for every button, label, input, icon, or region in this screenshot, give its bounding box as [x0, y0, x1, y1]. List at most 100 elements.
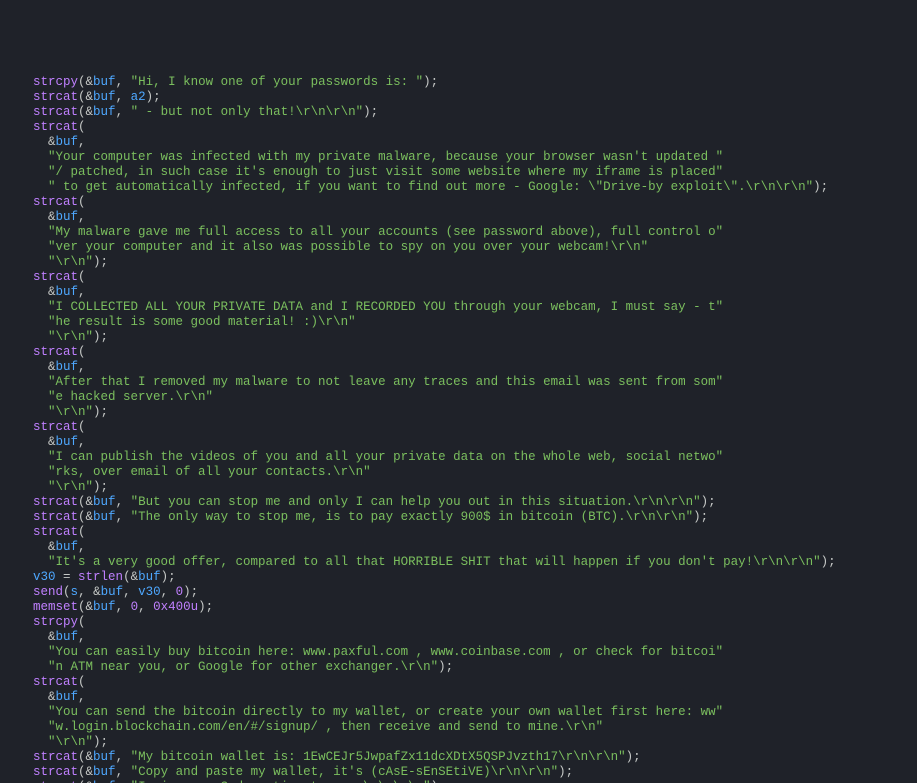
- code-token: buf: [93, 495, 116, 509]
- code-line: strcat(&buf, "My bitcoin wallet is: 1EwC…: [18, 750, 899, 765]
- code-line: &buf,: [18, 135, 899, 150]
- code-token: buf: [93, 105, 116, 119]
- code-token: strcat: [33, 495, 78, 509]
- code-token: ,: [116, 600, 131, 614]
- code-token: (: [78, 675, 86, 689]
- code-token: 0: [131, 600, 139, 614]
- code-token: ,: [116, 510, 131, 524]
- code-line: strcat(: [18, 420, 899, 435]
- code-token: &: [48, 630, 56, 644]
- code-token: );: [93, 330, 108, 344]
- code-token: buf: [93, 510, 116, 524]
- code-token: (: [78, 420, 86, 434]
- code-token: ,: [116, 765, 131, 779]
- code-token: (: [78, 120, 86, 134]
- code-line: "\r\n");: [18, 735, 899, 750]
- code-line: "You can easily buy bitcoin here: www.pa…: [18, 645, 899, 660]
- code-token: strcpy: [33, 75, 78, 89]
- code-token: );: [93, 735, 108, 749]
- code-token: &: [48, 210, 56, 224]
- code-token: &: [48, 285, 56, 299]
- code-token: ,: [116, 90, 131, 104]
- code-token: "e hacked server.\r\n": [48, 390, 213, 404]
- code-token: "w.login.blockchain.com/en/#/signup/ , t…: [48, 720, 603, 734]
- code-line: "n ATM near you, or Google for other exc…: [18, 660, 899, 675]
- code-line: "/ patched, in such case it's enough to …: [18, 165, 899, 180]
- code-line: strcat(: [18, 120, 899, 135]
- code-line: strcat(: [18, 195, 899, 210]
- code-line: strcat(&buf, " - but not only that!\r\n\…: [18, 105, 899, 120]
- code-token: "But you can stop me and only I can help…: [131, 495, 701, 509]
- code-token: send: [33, 585, 63, 599]
- code-token: "\r\n": [48, 255, 93, 269]
- code-token: strlen: [78, 570, 123, 584]
- code-token: a2: [131, 90, 146, 104]
- code-token: (&: [78, 765, 93, 779]
- code-token: strcat: [33, 765, 78, 779]
- code-token: ,: [78, 540, 86, 554]
- code-token: ,: [78, 690, 86, 704]
- code-line: "\r\n");: [18, 255, 899, 270]
- code-line: "Your computer was infected with my priv…: [18, 150, 899, 165]
- code-line: "After that I removed my malware to not …: [18, 375, 899, 390]
- code-token: ,: [123, 585, 138, 599]
- code-token: &: [48, 360, 56, 374]
- code-token: );: [626, 750, 641, 764]
- code-token: );: [93, 255, 108, 269]
- code-token: ,: [116, 75, 131, 89]
- code-token: buf: [93, 600, 116, 614]
- code-token: );: [93, 480, 108, 494]
- code-line: strcat(&buf, "Copy and paste my wallet, …: [18, 765, 899, 780]
- code-line: strcpy(&buf, "Hi, I know one of your pas…: [18, 75, 899, 90]
- code-token: v30: [33, 570, 56, 584]
- code-token: strcpy: [33, 615, 78, 629]
- code-token: (: [78, 195, 86, 209]
- code-line: &buf,: [18, 285, 899, 300]
- code-line: &buf,: [18, 540, 899, 555]
- code-line: "\r\n");: [18, 480, 899, 495]
- code-token: "ver your computer and it also was possi…: [48, 240, 648, 254]
- code-token: strcat: [33, 105, 78, 119]
- code-line: "he result is some good material! :)\r\n…: [18, 315, 899, 330]
- code-token: );: [813, 180, 828, 194]
- code-token: ,: [116, 495, 131, 509]
- code-token: );: [363, 105, 378, 119]
- code-token: (&: [78, 495, 93, 509]
- code-token: ,: [116, 750, 131, 764]
- code-token: "\r\n": [48, 480, 93, 494]
- code-token: ,: [161, 585, 176, 599]
- code-token: "The only way to stop me, is to pay exac…: [131, 510, 694, 524]
- code-line: send(s, &buf, v30, 0);: [18, 585, 899, 600]
- code-token: );: [693, 510, 708, 524]
- code-line: "ver your computer and it also was possi…: [18, 240, 899, 255]
- code-token: =: [56, 570, 79, 584]
- code-token: );: [701, 495, 716, 509]
- code-token: ,: [78, 135, 86, 149]
- code-token: memset: [33, 600, 78, 614]
- code-token: buf: [138, 570, 161, 584]
- code-token: );: [821, 555, 836, 569]
- code-line: &buf,: [18, 210, 899, 225]
- code-token: buf: [56, 690, 79, 704]
- code-token: );: [161, 570, 176, 584]
- code-token: strcat: [33, 420, 78, 434]
- code-token: strcat: [33, 195, 78, 209]
- code-token: (&: [78, 780, 93, 783]
- code-line: "e hacked server.\r\n": [18, 390, 899, 405]
- code-line: strcat(: [18, 675, 899, 690]
- code-line: &buf,: [18, 360, 899, 375]
- code-token: ,: [78, 285, 86, 299]
- code-line: memset(&buf, 0, 0x400u);: [18, 600, 899, 615]
- code-token: v30: [138, 585, 161, 599]
- code-token: 0x400u: [153, 600, 198, 614]
- code-line: strcat(&buf, "I give you 3 days time to …: [18, 780, 899, 783]
- code-token: "Copy and paste my wallet, it's (cAsE-sE…: [131, 765, 559, 779]
- code-token: );: [431, 780, 446, 783]
- code-token: "\r\n": [48, 735, 93, 749]
- code-token: );: [438, 660, 453, 674]
- code-token: "\r\n": [48, 330, 93, 344]
- code-line: "I can publish the videos of you and all…: [18, 450, 899, 465]
- code-token: (&: [78, 90, 93, 104]
- code-line: strcat(: [18, 525, 899, 540]
- code-token: );: [183, 585, 198, 599]
